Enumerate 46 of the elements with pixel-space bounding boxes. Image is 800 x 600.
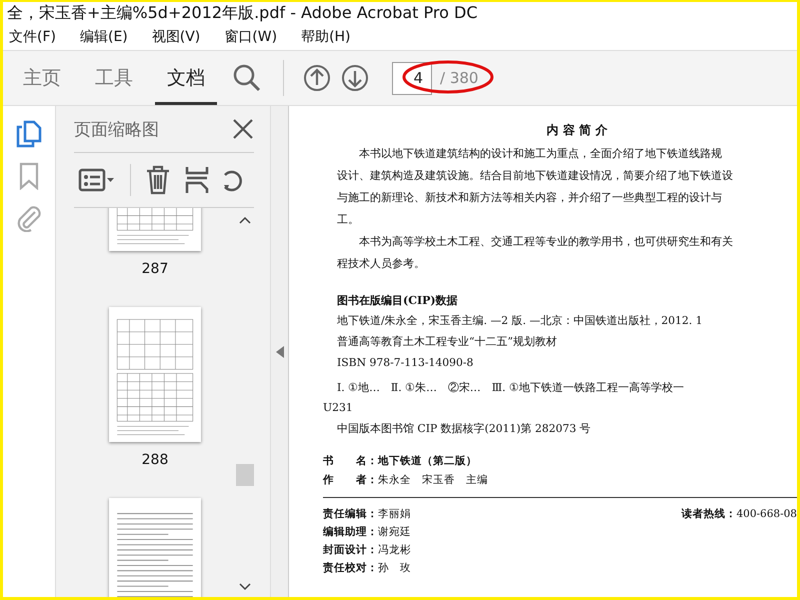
- document-text-line: 工。: [337, 212, 360, 228]
- document-text-line: 程技术人员参考。: [337, 256, 426, 272]
- credit-line: 编辑助理：谢宛廷: [323, 525, 411, 540]
- document-text-line: 本书为高等学校土木工程、交通工程等专业的教学用书，也可供研究生和有关: [358, 234, 734, 250]
- menu-item[interactable]: 视图(V): [152, 28, 200, 46]
- scroll-up-icon[interactable]: [239, 216, 251, 224]
- nav-tab[interactable]: 主页: [11, 51, 73, 105]
- menu-item[interactable]: 窗口(W): [224, 28, 278, 46]
- cip-heading: 图书在版编目(CIP)数据: [337, 293, 459, 308]
- book-info-line: 作 者：朱永全 宋玉香 主编: [323, 473, 489, 488]
- menu-item[interactable]: 文件(F): [9, 28, 56, 46]
- book-info-line: 书 名：地下铁道（第二版）: [323, 454, 478, 469]
- pages-icon[interactable]: [16, 120, 42, 148]
- document-text-line: 本书以地下铁道建筑结构的设计和施工为重点，全面介绍了地下铁道线路规: [358, 146, 723, 162]
- menu-item[interactable]: 帮助(H): [301, 28, 351, 46]
- credit-line: 责任编辑：李丽娟: [323, 507, 411, 522]
- trash-icon[interactable]: [145, 165, 171, 195]
- panel-title: 页面缩略图: [74, 118, 159, 140]
- class-number: U231: [323, 400, 354, 416]
- search-icon[interactable]: [232, 63, 262, 93]
- paperclip-icon[interactable]: [16, 204, 42, 232]
- cip-text-line: 普通高等教育土木工程专业“十二五”规划教材: [337, 334, 558, 350]
- page-thumbnail[interactable]: [109, 307, 201, 442]
- cip-text-line: ISBN 978-7-113-14090-8: [337, 355, 474, 371]
- window-title: 全，宋玉香+主编%5d+2012年版.pdf - Adobe Acrobat Pro DC: [7, 2, 478, 24]
- options-menu-icon[interactable]: [78, 166, 116, 194]
- page-number-label: 288: [142, 452, 168, 468]
- close-icon[interactable]: [232, 118, 254, 140]
- cip-number-text: 中国版本图书馆 CIP 数据核字(2011)第 282073 号: [337, 421, 592, 437]
- page-number-label: 287: [142, 261, 168, 277]
- menu-item[interactable]: 编辑(E): [80, 28, 128, 46]
- page-thumbnail[interactable]: [109, 498, 201, 597]
- document-text-line: 与施工的新理论、新技术和新方法等相关内容，并介绍了一些典型工程的设计与: [337, 190, 723, 206]
- hotline-text: 读者热线：400-668-08: [681, 507, 797, 522]
- credit-line: 责任校对：孙 玫: [323, 561, 411, 576]
- collapse-panel-icon[interactable]: [276, 346, 284, 358]
- extract-page-icon[interactable]: [185, 165, 209, 195]
- page-count: / 380: [440, 69, 478, 87]
- scrollbar-thumb[interactable]: [236, 464, 254, 486]
- scroll-down-icon[interactable]: [239, 583, 251, 591]
- document-heading: 内 容 简 介: [546, 122, 608, 139]
- credit-line: 封面设计：冯龙彬: [323, 543, 411, 558]
- classification-text: Ⅰ. ①地… Ⅱ. ①朱… ②宋… Ⅲ. ①地下铁道一铁路工程一高等学校一: [337, 380, 685, 396]
- document-text-line: 设计、建筑构造及建筑设施。结合目前地下铁道建设情况，简要介绍了地下铁道设: [337, 168, 734, 184]
- cip-text-line: 地下铁道/朱永全，宋玉香主编. —2 版. —北京：中国铁道出版社，2012. 1: [337, 313, 704, 329]
- nav-tab[interactable]: 工具: [83, 51, 145, 105]
